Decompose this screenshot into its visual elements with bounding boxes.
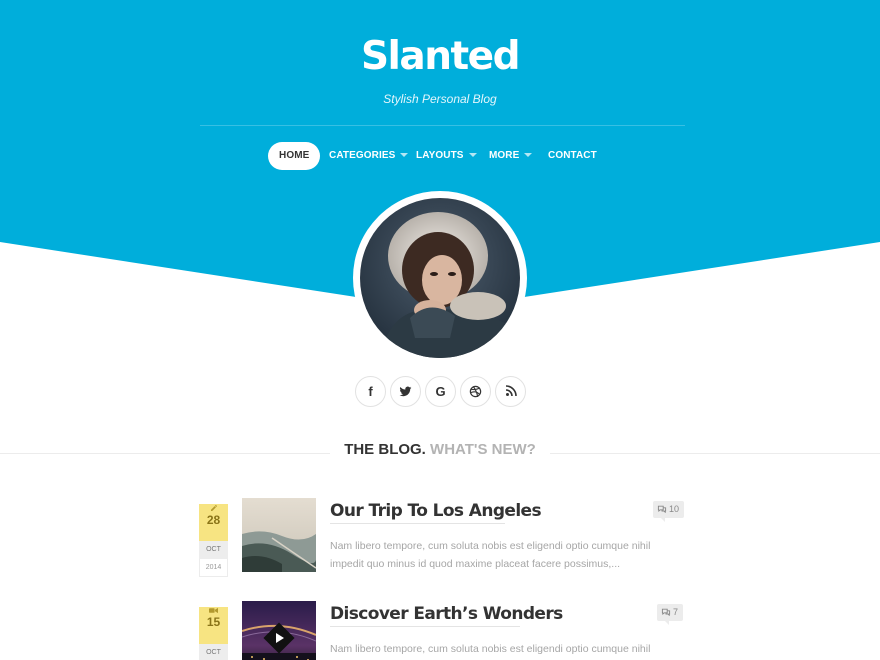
comments-icon: [661, 608, 671, 617]
post-date-badge: 28 OCT 2014: [199, 498, 228, 577]
post-title[interactable]: Discover Earth’s Wonders: [330, 604, 563, 624]
nav-item-categories[interactable]: CATEGORIES: [329, 142, 409, 170]
facebook-button[interactable]: f: [355, 376, 386, 407]
main-navigation: HOME CATEGORIES LAYOUTS MORE CONTACT: [0, 142, 880, 170]
post-title-underline: [330, 626, 520, 627]
post-year: 2014: [199, 559, 228, 577]
post-month: OCT: [199, 541, 228, 559]
post-thumbnail[interactable]: [242, 498, 316, 572]
comment-count-badge[interactable]: 7: [657, 604, 684, 625]
twitter-button[interactable]: [390, 376, 421, 407]
post-day: 28: [206, 513, 221, 527]
blog-heading-sub: WHAT'S NEW?: [430, 441, 550, 458]
post-thumbnail-image: [242, 601, 316, 660]
nav-item-label: CATEGORIES: [329, 150, 396, 161]
video-camera-icon: [209, 607, 218, 614]
rss-icon: [505, 385, 517, 397]
comment-count: 10: [669, 504, 680, 514]
post-title-underline: [330, 523, 505, 524]
blog-post: 28 OCT 2014 Our Trip To Los Angeles 10 N…: [199, 498, 685, 578]
nav-item-label: LAYOUTS: [416, 150, 464, 161]
google-icon: G: [435, 384, 446, 399]
comments-icon: [657, 505, 667, 514]
author-avatar[interactable]: [353, 191, 527, 365]
site-title[interactable]: Slanted: [0, 34, 880, 79]
site-tagline: Stylish Personal Blog: [383, 92, 497, 106]
blog-post: 15 OCT 2014 Discover Earth’s Wonders 7 N…: [199, 601, 684, 660]
post-thumbnail[interactable]: [242, 601, 316, 660]
google-button[interactable]: G: [425, 376, 456, 407]
blog-heading-main: THE BLOG.: [330, 441, 426, 458]
post-excerpt: Nam libero tempore, cum soluta nobis est…: [330, 643, 651, 655]
twitter-icon: [399, 386, 412, 397]
nav-item-label: HOME: [279, 150, 310, 161]
comment-count-badge[interactable]: 10: [653, 501, 685, 522]
facebook-icon: f: [368, 384, 373, 399]
caret-down-icon: [468, 153, 477, 157]
post-excerpt: Nam libero tempore, cum soluta nobis est…: [330, 540, 651, 570]
nav-item-label: MORE: [489, 150, 520, 161]
header-divider: [200, 125, 685, 126]
nav-item-more[interactable]: MORE: [489, 142, 533, 170]
caret-down-icon: [400, 153, 409, 157]
pencil-icon: [210, 505, 217, 511]
post-day: 15: [206, 615, 221, 629]
nav-item-layouts[interactable]: LAYOUTS: [416, 142, 477, 170]
dribbble-icon: [469, 385, 482, 398]
post-month: OCT: [199, 644, 228, 660]
rss-button[interactable]: [495, 376, 526, 407]
caret-down-icon: [524, 153, 533, 157]
nav-item-contact[interactable]: CONTACT: [548, 142, 597, 170]
blog-section-heading: THE BLOG. WHAT'S NEW?: [0, 441, 880, 458]
avatar-photo: [360, 198, 520, 358]
post-date-badge: 15 OCT 2014: [199, 601, 228, 660]
post-title[interactable]: Our Trip To Los Angeles: [330, 501, 542, 521]
dribbble-button[interactable]: [460, 376, 491, 407]
nav-item-label: CONTACT: [548, 150, 597, 161]
comment-count: 7: [673, 607, 679, 617]
nav-item-home[interactable]: HOME: [268, 142, 321, 170]
post-thumbnail-image: [242, 498, 316, 572]
